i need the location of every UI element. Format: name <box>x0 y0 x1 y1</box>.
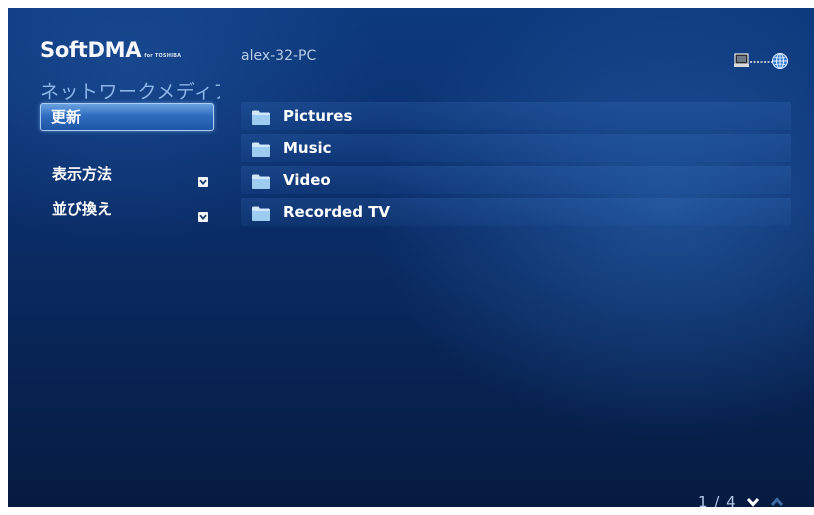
folder-item-video[interactable]: Video <box>241 166 791 194</box>
folder-item-label: Recorded TV <box>283 203 391 221</box>
sort-order-dropdown[interactable]: 並び換え <box>40 196 214 223</box>
folder-icon <box>251 203 271 221</box>
folder-icon <box>251 107 271 125</box>
chevron-down-icon <box>198 169 208 187</box>
chevron-down-icon <box>198 204 208 222</box>
media-center-window: SoftDMA for TOSHIBA alex-32-PC ネットワークメディア… <box>8 8 814 507</box>
folder-list: Pictures Music Video Recorded TV <box>241 102 791 230</box>
folder-item-music[interactable]: Music <box>241 134 791 162</box>
app-logo-subtitle: for TOSHIBA <box>144 53 182 59</box>
folder-item-label: Pictures <box>283 107 353 125</box>
folder-item-label: Video <box>283 171 331 189</box>
sort-order-label: 並び換え <box>52 200 113 218</box>
app-logo: SoftDMA for TOSHIBA <box>40 38 181 62</box>
chevron-down-icon <box>746 497 760 507</box>
page-down-button[interactable] <box>746 494 760 507</box>
page-count: 1 / 4 <box>698 493 737 507</box>
folder-item-pictures[interactable]: Pictures <box>241 102 791 130</box>
server-name: alex-32-PC <box>241 48 317 64</box>
section-title: ネットワークメディア <box>40 81 220 103</box>
chevron-up-icon <box>770 497 784 507</box>
view-mode-label: 表示方法 <box>52 165 113 183</box>
view-mode-dropdown[interactable]: 表示方法 <box>40 161 214 188</box>
folder-item-label: Music <box>283 139 332 157</box>
folder-icon <box>251 139 271 157</box>
refresh-button[interactable]: 更新 <box>40 103 214 131</box>
folder-icon <box>251 171 271 189</box>
computer-network-globe-icon <box>734 52 790 70</box>
page-up-button[interactable] <box>770 494 784 507</box>
refresh-button-label: 更新 <box>51 108 82 126</box>
folder-item-recorded-tv[interactable]: Recorded TV <box>241 198 791 226</box>
app-logo-name: SoftDMA <box>40 38 142 62</box>
